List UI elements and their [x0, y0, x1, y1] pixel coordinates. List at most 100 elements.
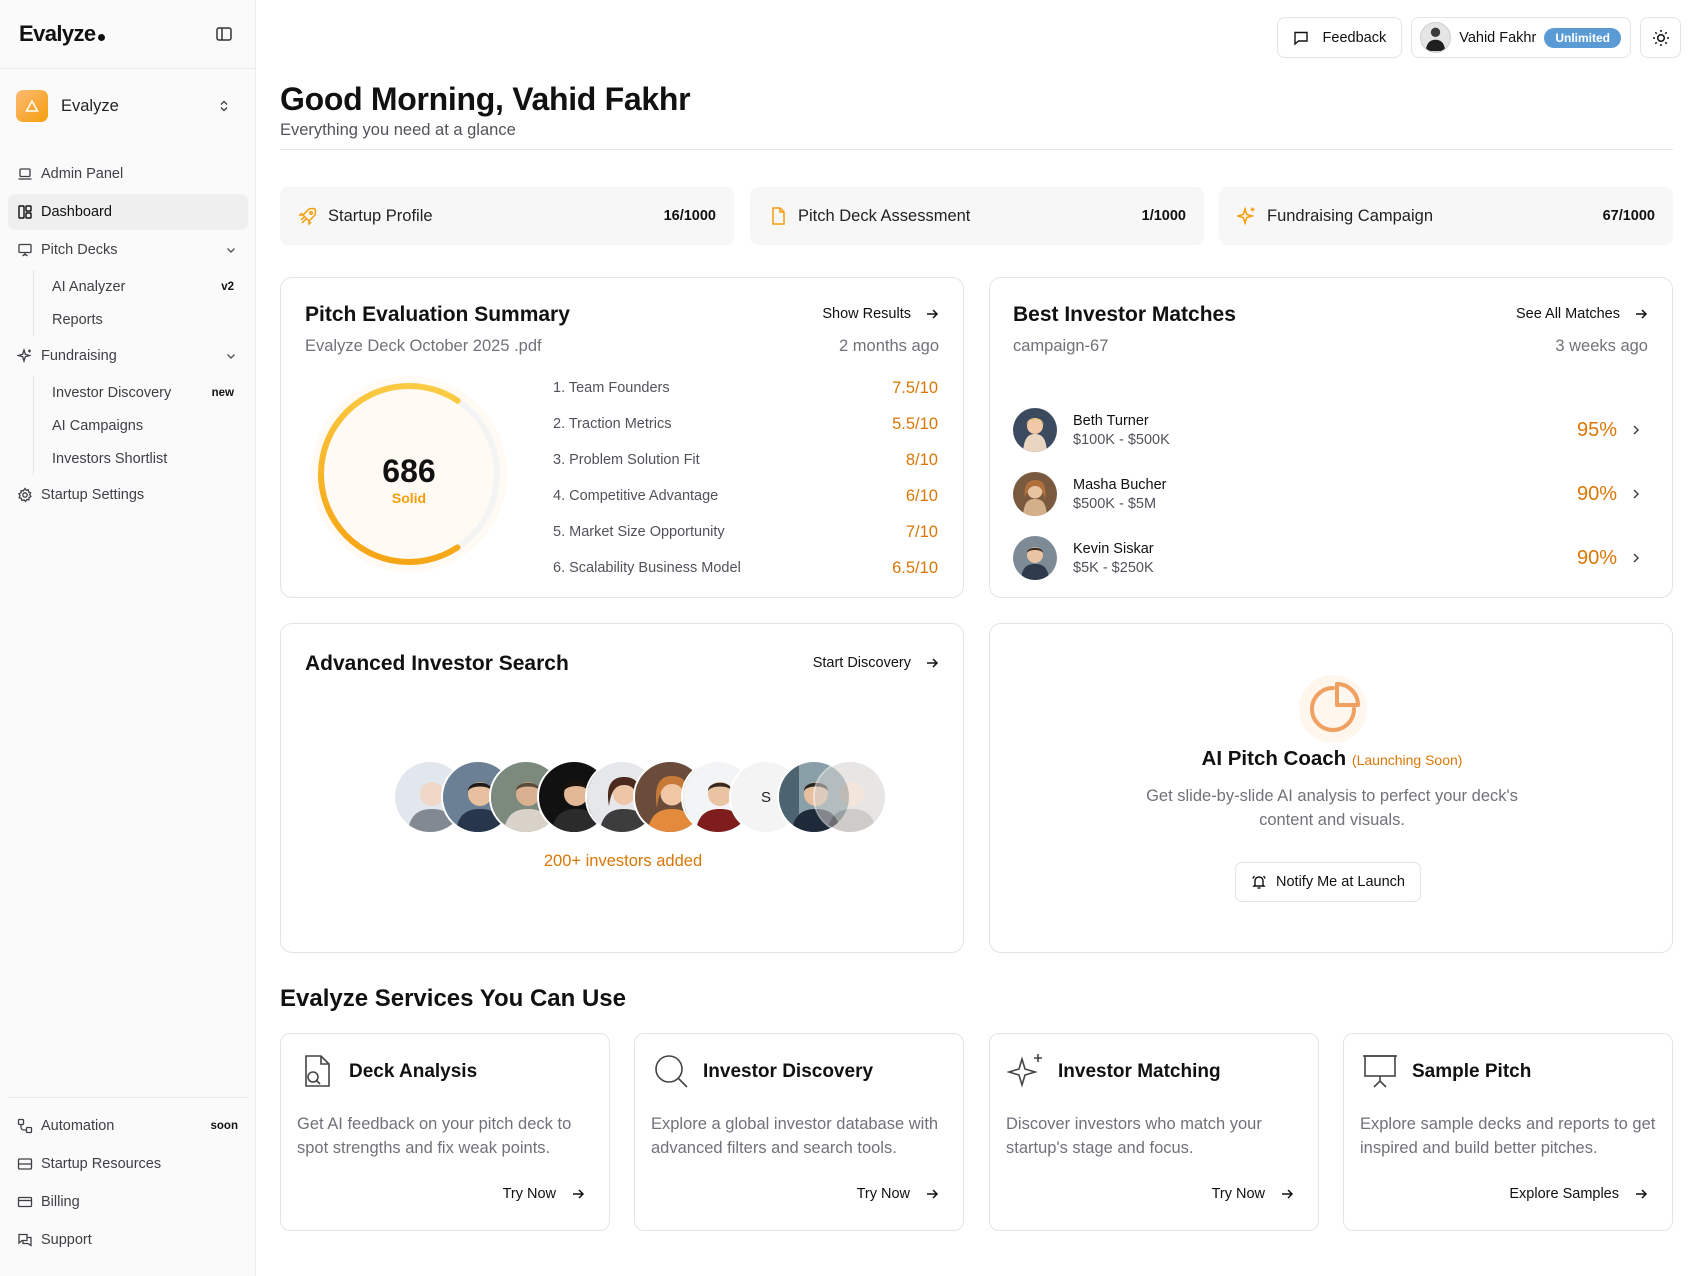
coach-title: AI Pitch Coach (Launching Soon): [1201, 747, 1463, 770]
sidebar-item-reports[interactable]: Reports: [34, 303, 248, 336]
sidebar-item-investor-discovery[interactable]: Investor Discovery new: [34, 376, 248, 409]
triangle-icon: [25, 99, 39, 112]
file-search-icon: [305, 1055, 330, 1087]
investors-added-count: 200+ investors added: [543, 852, 703, 870]
sidebar-item-billing[interactable]: Billing: [8, 1184, 248, 1220]
sun-icon: [1652, 29, 1669, 46]
brand-row: Evalyze: [0, 0, 255, 69]
investor-match-row[interactable]: Masha Bucher $500K - $5M 90%: [1013, 468, 1653, 520]
try-now-link[interactable]: Try Now: [857, 1186, 939, 1202]
arrow-right-icon: [927, 309, 939, 319]
fundraising-submenu: Investor Discovery new AI Campaigns Inve…: [33, 376, 248, 475]
arrow-right-icon: [1636, 309, 1648, 319]
workspace-switcher[interactable]: Evalyze: [16, 83, 239, 129]
page-subtitle: Everything you need at a glance: [280, 121, 516, 139]
investor-avatar: [1013, 408, 1057, 452]
sidebar-item-startup-settings[interactable]: Startup Settings: [8, 477, 248, 513]
investor-range: $500K - $5M: [1073, 495, 1157, 512]
sidebar-item-ai-campaigns[interactable]: AI Campaigns: [34, 409, 248, 442]
user-avatar: [1420, 22, 1452, 53]
new-badge: new: [211, 386, 234, 399]
workspace-avatar: [16, 90, 48, 122]
see-all-matches-link[interactable]: See All Matches: [1516, 306, 1648, 322]
deck-time: 2 months ago: [839, 337, 939, 355]
feedback-button[interactable]: Feedback: [1276, 17, 1403, 58]
arrow-right-icon: [1282, 1189, 1294, 1199]
match-percent: 90%: [1576, 482, 1617, 505]
user-photo-icon: [1421, 23, 1451, 51]
sidebar: Evalyze Evalyze Admin Panel Dashboard Pi…: [0, 0, 256, 1276]
server-icon: [17, 1158, 33, 1170]
stat-value: 1/1000: [1141, 208, 1186, 224]
match-percent: 95%: [1576, 418, 1617, 441]
bell-icon: [1252, 875, 1266, 889]
main-nav: Admin Panel Dashboard Pitch Decks AI Ana…: [8, 156, 248, 515]
stat-value: 16/1000: [663, 208, 716, 224]
coach-description: Get slide-by-slide AI analysis to perfec…: [1146, 787, 1518, 829]
show-results-link[interactable]: Show Results: [822, 306, 939, 322]
service-card-deck-analysis[interactable]: Deck Analysis Get AI feedback on your pi…: [280, 1033, 610, 1231]
criteria-row: 5. Market Size Opportunity 7/10: [553, 522, 938, 541]
match-percent: 90%: [1576, 546, 1617, 569]
sidebar-item-admin-panel[interactable]: Admin Panel: [8, 156, 248, 192]
bottom-nav: Automation soon Startup Resources Billin…: [8, 1097, 248, 1260]
sparkle-icon: [17, 348, 32, 364]
plan-badge: Unlimited: [1544, 27, 1621, 48]
investor-range: $5K - $250K: [1073, 559, 1154, 576]
sidebar-item-fundraising[interactable]: Fundraising: [8, 338, 248, 374]
dashboard-icon: [18, 205, 32, 219]
arrow-right-icon: [927, 1189, 939, 1199]
investor-range: $100K - $500K: [1073, 431, 1170, 448]
top-bar: Feedback Vahid Fakhr Unlimited: [1276, 17, 1681, 58]
service-card-investor-matching[interactable]: Investor Matching Discover investors who…: [989, 1033, 1319, 1231]
stat-pitch-deck-assessment[interactable]: Pitch Deck Assessment 1/1000: [750, 187, 1204, 245]
notify-me-button[interactable]: Notify Me at Launch: [1235, 862, 1421, 902]
try-now-link[interactable]: Try Now: [1212, 1186, 1294, 1202]
theme-toggle-button[interactable]: [1640, 17, 1681, 58]
sidebar-item-startup-resources[interactable]: Startup Resources: [8, 1146, 248, 1182]
criteria-row: 3. Problem Solution Fit 8/10: [553, 450, 938, 469]
pie-chart-icon: [1299, 675, 1367, 743]
investor-match-row[interactable]: Beth Turner $100K - $500K 95%: [1013, 404, 1653, 456]
explore-samples-link[interactable]: Explore Samples: [1509, 1186, 1648, 1202]
sparkle-icon: [1237, 206, 1255, 226]
logo[interactable]: Evalyze: [19, 21, 105, 47]
user-menu-button[interactable]: Vahid Fakhr Unlimited: [1411, 17, 1631, 58]
chevron-right-icon: [1633, 553, 1640, 563]
stat-value: 67/1000: [1602, 208, 1655, 224]
pitch-evaluation-card: Pitch Evaluation Summary Show Results Ev…: [280, 277, 964, 598]
card-title: Pitch Evaluation Summary: [305, 303, 570, 326]
workflow-icon: [17, 1118, 33, 1134]
rocket-icon: [298, 207, 317, 226]
sidebar-item-investors-shortlist[interactable]: Investors Shortlist: [34, 442, 248, 475]
launching-soon-label: (Launching Soon): [1351, 752, 1463, 768]
sidebar-item-pitch-decks[interactable]: Pitch Decks: [8, 232, 248, 268]
criteria-row: 4. Competitive Advantage 6/10: [553, 486, 938, 505]
service-card-sample-pitch[interactable]: Sample Pitch Explore sample decks and re…: [1343, 1033, 1673, 1231]
credit-card-icon: [17, 1196, 33, 1208]
arrow-right-icon: [927, 658, 939, 668]
sidebar-item-dashboard[interactable]: Dashboard: [8, 194, 248, 230]
sidebar-item-automation[interactable]: Automation soon: [8, 1108, 248, 1144]
card-title: Advanced Investor Search: [305, 652, 569, 675]
card-title: Best Investor Matches: [1013, 303, 1236, 326]
version-badge: v2: [221, 280, 234, 293]
messages-icon: [18, 1233, 32, 1247]
sidebar-item-ai-analyzer[interactable]: AI Analyzer v2: [34, 270, 248, 303]
investor-match-row[interactable]: Kevin Siskar $5K - $250K 90%: [1013, 532, 1653, 584]
campaign-time: 3 weeks ago: [1555, 337, 1648, 355]
start-discovery-link[interactable]: Start Discovery: [813, 655, 939, 671]
gear-icon: [17, 487, 32, 503]
stat-fundraising-campaign[interactable]: Fundraising Campaign 67/1000: [1219, 187, 1673, 245]
try-now-link[interactable]: Try Now: [503, 1186, 585, 1202]
stat-startup-profile[interactable]: Startup Profile 16/1000: [280, 187, 734, 245]
sidebar-item-support[interactable]: Support: [8, 1222, 248, 1258]
deck-file-name: Evalyze Deck October 2025 .pdf: [305, 337, 542, 355]
service-card-investor-discovery[interactable]: Investor Discovery Explore a global inve…: [634, 1033, 964, 1231]
soon-badge: soon: [210, 1120, 238, 1132]
services-title: Evalyze Services You Can Use: [280, 985, 626, 1012]
sidebar-toggle-icon[interactable]: [215, 25, 233, 43]
sparkles-icon: [1006, 1054, 1042, 1088]
investor-avatar: [1013, 472, 1057, 516]
investor-avatars-strip: S: [393, 760, 887, 834]
